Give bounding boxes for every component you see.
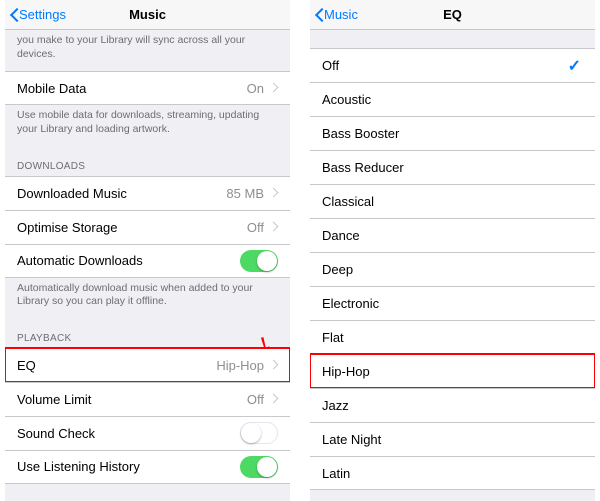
page-title: EQ <box>443 7 462 22</box>
downloaded-music-label: Downloaded Music <box>17 186 226 201</box>
eq-option-label: Jazz <box>322 398 583 413</box>
eq-settings-screen: Music EQ ➘ Off✓AcousticBass BoosterBass … <box>310 0 595 501</box>
eq-option-row[interactable]: Classical <box>310 184 595 218</box>
mobile-data-label: Mobile Data <box>17 81 247 96</box>
eq-option-label: Bass Booster <box>322 126 583 141</box>
eq-option-label: Hip-Hop <box>322 364 583 379</box>
eq-option-row[interactable]: Bass Booster <box>310 116 595 150</box>
music-settings-screen: Settings Music you make to your Library … <box>5 0 290 501</box>
eq-option-label: Acoustic <box>322 92 583 107</box>
eq-option-row[interactable]: Latin <box>310 456 595 490</box>
volume-limit-row[interactable]: Volume Limit Off <box>5 382 290 416</box>
icloud-footer: you make to your Library will sync acros… <box>5 30 290 71</box>
listening-history-label: Use Listening History <box>17 459 240 474</box>
eq-option-label: Late Night <box>322 432 583 447</box>
auto-downloads-row[interactable]: Automatic Downloads <box>5 244 290 278</box>
downloaded-music-row[interactable]: Downloaded Music 85 MB <box>5 176 290 210</box>
eq-option-row[interactable]: Jazz <box>310 388 595 422</box>
eq-value: Hip-Hop <box>216 358 264 373</box>
eq-options-list: Off✓ Acoustic Bass Booster Bass Reducer Clas… <box>310 48 595 490</box>
sound-check-toggle[interactable] <box>240 422 278 444</box>
section-spacer <box>310 30 595 48</box>
eq-option-row[interactable]: Deep <box>310 252 595 286</box>
back-button[interactable]: Music <box>310 7 358 23</box>
optimise-label: Optimise Storage <box>17 220 247 235</box>
eq-option-label: Electronic <box>322 296 583 311</box>
mobile-data-footer: Use mobile data for downloads, streaming… <box>5 105 290 146</box>
eq-option-label: Bass Reducer <box>322 160 583 175</box>
mobile-data-value: On <box>247 81 264 96</box>
volume-limit-label: Volume Limit <box>17 392 247 407</box>
eq-option-label: Classical <box>322 194 583 209</box>
eq-label: EQ <box>17 358 216 373</box>
eq-option-row[interactable]: Bass Reducer <box>310 150 595 184</box>
eq-option-label: Dance <box>322 228 583 243</box>
back-button[interactable]: Settings <box>5 7 66 23</box>
eq-row[interactable]: EQ Hip-Hop <box>5 348 290 382</box>
mobile-data-row[interactable]: Mobile Data On <box>5 71 290 105</box>
optimise-storage-row[interactable]: Optimise Storage Off <box>5 210 290 244</box>
sound-check-row[interactable]: Sound Check <box>5 416 290 450</box>
sound-check-label: Sound Check <box>17 426 240 441</box>
back-label: Settings <box>19 7 66 22</box>
auto-downloads-label: Automatic Downloads <box>17 253 240 268</box>
volume-limit-value: Off <box>247 392 264 407</box>
chevron-right-icon <box>270 187 278 199</box>
optimise-value: Off <box>247 220 264 235</box>
checkmark-icon: ✓ <box>568 56 583 76</box>
listening-history-row[interactable]: Use Listening History <box>5 450 290 484</box>
chevron-right-icon <box>270 393 278 405</box>
eq-option-label: Latin <box>322 466 583 481</box>
chevron-right-icon <box>270 221 278 233</box>
eq-option-row[interactable]: Electronic <box>310 286 595 320</box>
listening-history-toggle[interactable] <box>240 456 278 478</box>
page-title: Music <box>129 7 166 22</box>
eq-option-row[interactable]: Hip-Hop <box>310 354 595 388</box>
downloads-header: DOWNLOADS <box>5 147 290 176</box>
eq-option-label: Off <box>322 58 568 73</box>
eq-option-label: Deep <box>322 262 583 277</box>
chevron-right-icon <box>270 82 278 94</box>
downloaded-music-value: 85 MB <box>226 186 264 201</box>
eq-option-row[interactable]: Off✓ <box>310 48 595 82</box>
nav-bar: Music EQ <box>310 0 595 30</box>
auto-downloads-toggle[interactable] <box>240 250 278 272</box>
eq-option-row[interactable]: Dance <box>310 218 595 252</box>
playback-header: PLAYBACK <box>5 319 290 348</box>
eq-option-row[interactable]: Acoustic <box>310 82 595 116</box>
eq-option-row[interactable]: Late Night <box>310 422 595 456</box>
eq-option-label: Flat <box>322 330 583 345</box>
eq-option-row[interactable]: Flat <box>310 320 595 354</box>
nav-bar: Settings Music <box>5 0 290 30</box>
chevron-right-icon <box>270 359 278 371</box>
auto-downloads-footer: Automatically download music when added … <box>5 278 290 319</box>
chevron-left-icon <box>9 7 19 23</box>
chevron-left-icon <box>314 7 324 23</box>
